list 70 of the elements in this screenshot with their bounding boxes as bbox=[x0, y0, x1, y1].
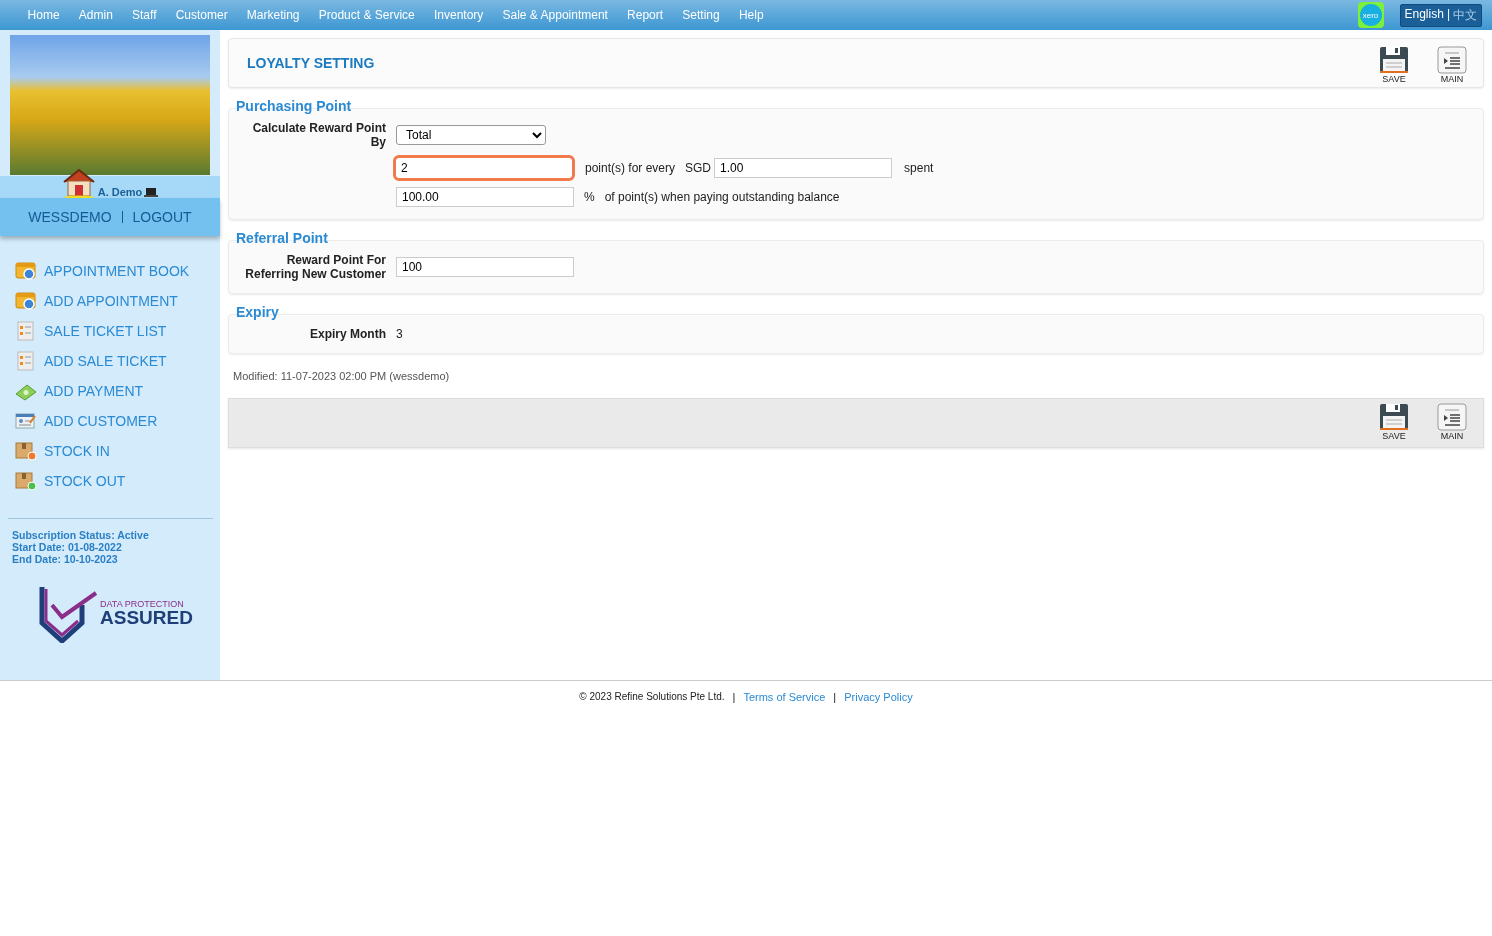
badge-title: ASSURED bbox=[100, 609, 193, 627]
percent-input[interactable]: 100.00 bbox=[396, 187, 574, 207]
box-icon bbox=[15, 441, 37, 461]
house-icon bbox=[61, 168, 96, 198]
nav-menu-item[interactable]: Home bbox=[18, 8, 70, 22]
separator: | bbox=[1446, 6, 1450, 23]
sidebar-menu-item[interactable]: STOCK IN bbox=[44, 443, 110, 459]
subscription-info: Start Date: 01-08-2022 bbox=[11, 541, 123, 553]
field-text: of point(s) when paying outstanding balance bbox=[604, 190, 840, 204]
section-legend: Purchasing Point bbox=[236, 98, 352, 114]
referral-points-input[interactable]: 100 bbox=[396, 257, 574, 277]
sidebar-menu-item[interactable]: ADD SALE TICKET bbox=[44, 353, 167, 369]
copyright-text: © 2023 Refine Solutions Pte Ltd. bbox=[579, 691, 725, 703]
field-value: 3 bbox=[396, 327, 403, 341]
list-icon bbox=[1437, 46, 1467, 74]
account-link[interactable]: WESSDEMO bbox=[28, 209, 112, 225]
list-icon bbox=[1437, 403, 1467, 431]
nav-menu-item[interactable]: Sale & Appointment bbox=[492, 8, 618, 22]
badge-caption: DATA PROTECTION bbox=[100, 599, 185, 609]
logout-link[interactable]: LOGOUT bbox=[132, 209, 192, 225]
calendar-icon bbox=[15, 291, 37, 311]
nav-menu-item[interactable]: Admin bbox=[69, 8, 123, 22]
separator: | bbox=[833, 691, 837, 703]
main-button[interactable]: MAIN bbox=[1431, 403, 1473, 447]
box-icon bbox=[15, 471, 37, 491]
field-label: Expiry Month bbox=[309, 327, 386, 341]
terms-link[interactable]: Terms of Service bbox=[743, 691, 826, 703]
currency-label: SGD bbox=[685, 161, 712, 175]
section-legend: Expiry bbox=[236, 304, 279, 320]
save-button[interactable]: SAVE bbox=[1373, 46, 1415, 84]
subscription-info: Subscription Status: Active bbox=[11, 529, 150, 541]
xero-button[interactable]: xero bbox=[1357, 2, 1384, 28]
page-title: LOYALTY SETTING bbox=[247, 55, 376, 71]
user-name: A. Demo bbox=[97, 186, 143, 198]
language-option[interactable]: English bbox=[1404, 6, 1444, 24]
separator: | bbox=[732, 691, 736, 703]
field-text: spent bbox=[904, 161, 934, 175]
language-option[interactable]: 中文 bbox=[1453, 6, 1477, 24]
amount-input[interactable]: 1.00 bbox=[714, 158, 893, 178]
calculate-by-dropdown[interactable]: Total bbox=[396, 125, 546, 145]
section-legend: Referral Point bbox=[236, 230, 328, 246]
nav-menu-item[interactable]: Inventory bbox=[424, 8, 493, 22]
nav-menu-item[interactable]: Help bbox=[729, 8, 774, 22]
nav-menu-item[interactable]: Staff bbox=[122, 8, 167, 22]
sidebar-menu-item[interactable]: SALE TICKET LIST bbox=[44, 323, 167, 339]
sidebar-menu-item[interactable]: APPOINTMENT BOOK bbox=[44, 263, 190, 279]
privacy-link[interactable]: Privacy Policy bbox=[844, 691, 913, 703]
points-input[interactable]: 2 bbox=[393, 155, 575, 181]
calendar-icon bbox=[15, 261, 37, 281]
field-label: Calculate Reward Point By bbox=[251, 121, 386, 149]
document-icon bbox=[15, 321, 37, 341]
sidebar-menu-item[interactable]: STOCK OUT bbox=[44, 473, 126, 489]
nav-menu-item[interactable]: Setting bbox=[672, 8, 730, 22]
nav-menu-item[interactable]: Marketing bbox=[237, 8, 310, 22]
modified-info: Modified: 11-07-2023 02:00 PM (wessdemo) bbox=[233, 370, 451, 382]
laptop-icon bbox=[144, 187, 159, 198]
subscription-info: End Date: 10-10-2023 bbox=[11, 553, 119, 565]
nav-menu-item[interactable]: Customer bbox=[166, 8, 238, 22]
sidebar-menu-item[interactable]: ADD PAYMENT bbox=[44, 383, 144, 399]
field-text: point(s) for every bbox=[585, 161, 676, 175]
nav-menu-item[interactable]: Report bbox=[617, 8, 673, 22]
nav-menu-item[interactable]: Product & Service bbox=[309, 8, 425, 22]
save-button[interactable]: SAVE bbox=[1373, 403, 1415, 447]
document-icon bbox=[15, 351, 37, 371]
sidebar-menu-item[interactable]: ADD CUSTOMER bbox=[44, 413, 158, 429]
main-button[interactable]: MAIN bbox=[1431, 46, 1473, 84]
id-card-icon bbox=[15, 411, 37, 431]
sidebar-menu-item[interactable]: ADD APPOINTMENT bbox=[44, 293, 178, 309]
percent-sign: % bbox=[584, 190, 595, 204]
field-label: Reward Point For Referring New Customer bbox=[244, 253, 386, 281]
